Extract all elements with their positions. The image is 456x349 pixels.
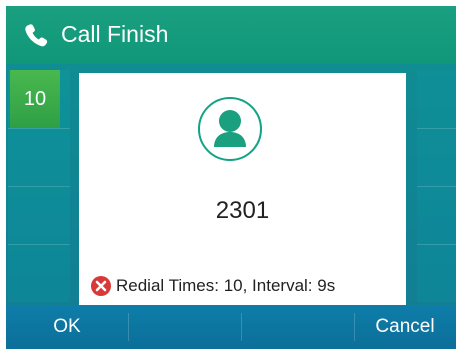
cancel-button-label: Cancel: [375, 316, 435, 337]
ok-button[interactable]: OK: [6, 305, 128, 349]
phone-screen: Call Finish 10 2301 Redial Times: 10, In…: [6, 6, 456, 349]
line-key-label: 10: [23, 88, 47, 110]
contact-number: 2301: [215, 197, 270, 224]
contact-avatar-icon: [198, 97, 262, 161]
redial-status-text: Redial Times: 10, Interval: 9s: [116, 276, 336, 295]
softkey-bar: OK Cancel: [6, 305, 456, 349]
cancel-button[interactable]: Cancel: [354, 305, 456, 349]
line-key-10[interactable]: 10: [10, 70, 60, 128]
title-bar: Call Finish: [6, 6, 456, 64]
right-side-panel: [417, 70, 456, 302]
error-circle-icon: [90, 275, 112, 297]
phone-icon: [23, 22, 49, 48]
ok-button-label: OK: [53, 316, 81, 337]
page-title: Call Finish: [61, 21, 169, 47]
call-finish-dialog: 2301 Redial Times: 10, Interval: 9s: [79, 73, 406, 309]
phone-screen-frame: Call Finish 10 2301 Redial Times: 10, In…: [0, 0, 456, 349]
